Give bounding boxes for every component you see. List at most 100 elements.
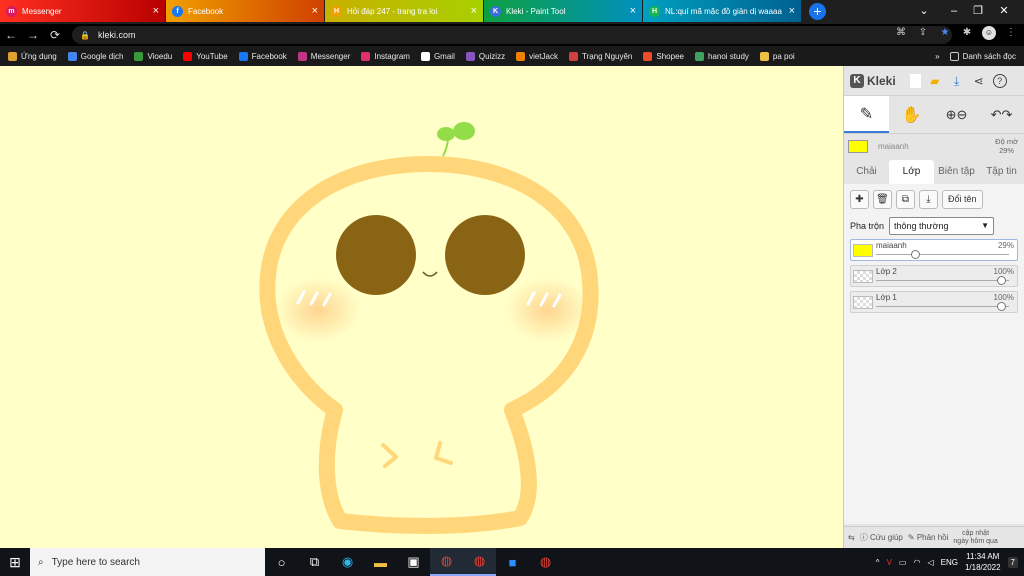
delete-layer-icon[interactable]: 🗑 (873, 190, 892, 209)
chevron-down-icon: ▼ (981, 221, 990, 230)
bookmark-item[interactable]: Google dịch (67, 51, 123, 61)
layer-row[interactable]: Lớp 2 100% (850, 265, 1018, 287)
layer-opacity-slider[interactable] (911, 250, 921, 259)
windows-start-icon[interactable]: ⊞ (0, 554, 30, 571)
add-layer-icon[interactable]: ✚ (850, 190, 869, 209)
bookmark-item[interactable]: vietJack (516, 51, 558, 61)
zoom-tool[interactable]: ⊕⊖ (934, 96, 979, 133)
brush-tool[interactable]: ✎ (844, 96, 889, 133)
menu-icon[interactable]: ⋮ (1004, 26, 1018, 40)
store-icon[interactable]: ▣ (397, 548, 430, 576)
task-view-icon[interactable]: ⧉ (298, 548, 331, 576)
reading-list[interactable]: Danh sách đọc (949, 51, 1016, 61)
primary-color-swatch[interactable] (848, 139, 868, 153)
forward-icon[interactable]: → (22, 28, 44, 42)
tab-brush[interactable]: Chải (844, 160, 889, 184)
search-placeholder: Type here to search (51, 556, 140, 568)
bookmark-item[interactable]: Facebook (238, 51, 287, 61)
bookmark-item[interactable]: Quizizz (465, 51, 505, 61)
edge-icon[interactable]: ◉ (331, 548, 364, 576)
duplicate-layer-icon[interactable]: ⧉ (896, 190, 915, 209)
zoom-icon[interactable]: ■ (496, 548, 529, 576)
bookmark-item[interactable]: Shopee (643, 51, 684, 61)
bookmark-item[interactable]: Gmail (420, 51, 455, 61)
bookmark-favicon-icon (643, 51, 653, 61)
bookmark-item[interactable]: Vioedu (134, 51, 172, 61)
close-icon[interactable]: × (153, 5, 159, 17)
chevron-up-icon[interactable]: ^ (876, 558, 880, 567)
cortana-icon[interactable]: ○ (265, 548, 298, 576)
blend-mode-select[interactable]: thông thường ▼ (889, 217, 995, 235)
bookmark-item[interactable]: Instagram (361, 51, 410, 61)
kleki-logo[interactable]: K Kleki (850, 73, 896, 88)
new-image-icon[interactable] (909, 73, 921, 88)
swap-icon[interactable]: ⇆ (848, 533, 855, 542)
taskbar-search[interactable]: ⌕ Type here to search (30, 548, 265, 576)
hand-tool[interactable]: ✋ (889, 96, 934, 133)
bookmark-item[interactable]: YouTube (183, 51, 228, 61)
bookmark-item[interactable]: pa poi (759, 51, 795, 61)
close-icon[interactable]: × (312, 5, 318, 17)
tab-nl[interactable]: H NL:quí mã mặc đồ giản dị waaaa × (643, 0, 801, 22)
layer-opacity-slider[interactable] (997, 302, 1006, 311)
bookmarks-more[interactable]: » (935, 52, 939, 61)
help-link[interactable]: ⓘ Cứu giúp (860, 532, 903, 543)
file-explorer-icon[interactable]: ▬ (364, 548, 397, 576)
close-icon[interactable]: × (630, 5, 636, 17)
bookmark-item[interactable]: Ứng dụng (8, 51, 57, 61)
chrome-alt-icon[interactable]: ◍ (529, 548, 562, 576)
volume-icon[interactable]: ◁ (927, 558, 933, 567)
close-icon[interactable]: × (789, 5, 795, 17)
clock[interactable]: 11:34 AM 1/18/2022 (965, 551, 1001, 573)
update-notice[interactable]: cập nhật ngày hôm qua (953, 530, 997, 546)
sprout-leaf-left (437, 127, 455, 141)
merge-layer-icon[interactable]: ⤓ (919, 190, 938, 209)
bookmark-item[interactable]: hanoi study (694, 51, 749, 61)
system-tray: ^ V ▭ ◠ ◁ ENG 11:34 AM 1/18/2022 7 (876, 548, 1024, 576)
layer-row[interactable]: maiaanh 29% (850, 239, 1018, 261)
sprout-leaf-right (453, 122, 475, 140)
chrome-icon[interactable]: ◍ (463, 548, 496, 576)
layer-row[interactable]: Lớp 1 100% (850, 291, 1018, 313)
extensions-icon[interactable]: ✱ (960, 26, 974, 40)
tab-file[interactable]: Tập tin (979, 160, 1024, 184)
bookmark-item[interactable]: Messenger (297, 51, 350, 61)
help-icon[interactable]: ? (992, 73, 1007, 88)
translate-icon[interactable]: ⌘ (894, 26, 908, 40)
undo-redo-icon: ↶↷ (990, 106, 1013, 122)
bookmark-label: YouTube (196, 51, 228, 61)
open-folder-icon[interactable]: ▰ (927, 73, 943, 89)
network-icon[interactable]: ▭ (899, 558, 907, 567)
url-bar[interactable]: 🔒 kleki.com (72, 26, 952, 44)
language-indicator[interactable]: ENG (941, 558, 958, 567)
tab-hoidap[interactable]: H Hỏi đáp 247 - trang tra loi × (325, 0, 483, 22)
kleki-icon: K (490, 5, 501, 17)
drawing-canvas[interactable] (0, 66, 843, 548)
back-icon[interactable]: ← (0, 28, 22, 42)
notifications-badge[interactable]: 7 (1007, 556, 1018, 568)
tab-kleki[interactable]: K Kleki - Paint Tool × (484, 0, 642, 22)
window-close-icon[interactable]: ✕ (984, 0, 1024, 22)
share-icon[interactable]: ⇪ (916, 26, 930, 40)
profile-avatar[interactable]: ☺ (982, 26, 996, 40)
tab-edit[interactable]: Biên tập (934, 160, 979, 184)
layer-opacity-slider[interactable] (997, 276, 1006, 285)
chrome-profile-icon[interactable]: ◍ (430, 548, 463, 576)
reload-icon[interactable]: ⟳ (44, 28, 66, 42)
tab-layers[interactable]: Lớp (889, 160, 934, 184)
tab-messenger[interactable]: m Messenger × (0, 0, 165, 22)
bookmark-star-icon[interactable]: ★ (938, 26, 952, 40)
share-icon[interactable]: ⋖ (971, 73, 987, 89)
rename-layer-button[interactable]: Đổi tên (942, 190, 983, 209)
tab-facebook[interactable]: f Facebook × (166, 0, 324, 22)
lock-icon[interactable]: 🔒 (80, 31, 90, 40)
undo-redo[interactable]: ↶↷ (979, 96, 1024, 133)
close-icon[interactable]: × (471, 5, 477, 17)
wifi-icon[interactable]: ◠ (913, 558, 920, 567)
new-tab-button[interactable]: + (809, 3, 826, 20)
bookmark-item[interactable]: Trạng Nguyên (568, 51, 632, 61)
antivirus-icon[interactable]: V (887, 558, 892, 567)
download-icon[interactable]: ⤓ (949, 73, 965, 89)
feedback-link[interactable]: ✎ Phản hồi (908, 533, 949, 542)
right-eye (445, 215, 525, 295)
